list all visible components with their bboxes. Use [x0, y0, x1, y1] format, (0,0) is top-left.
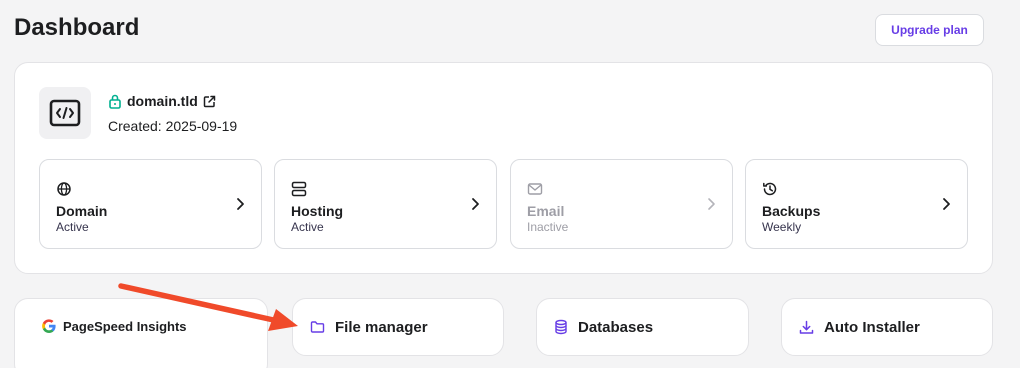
mail-icon: [527, 183, 543, 195]
tile-status: Active: [291, 220, 324, 234]
tile-hosting[interactable]: Hosting Active: [274, 159, 497, 249]
database-icon: [555, 319, 567, 335]
upgrade-plan-button[interactable]: Upgrade plan: [875, 14, 984, 46]
tile-title: Email: [527, 203, 565, 219]
auto-installer-card[interactable]: Auto Installer: [781, 298, 993, 356]
google-icon: [42, 319, 56, 333]
chevron-right-icon: [708, 198, 715, 210]
chevron-right-icon: [237, 198, 244, 210]
tile-title: Backups: [762, 203, 821, 219]
tile-email[interactable]: Email Inactive: [510, 159, 733, 249]
tile-status: Active: [56, 220, 89, 234]
databases-card[interactable]: Databases: [536, 298, 749, 356]
tile-domain[interactable]: Domain Active: [39, 159, 262, 249]
server-icon: [291, 181, 307, 197]
tile-title: Domain: [56, 203, 108, 219]
file-manager-label: File manager: [335, 318, 428, 336]
folder-icon: [310, 321, 325, 333]
file-manager-card[interactable]: File manager: [292, 298, 504, 356]
databases-label: Databases: [578, 318, 654, 336]
website-overview-card: domain.tld Created: 2025-09-19 Domain Ac…: [14, 62, 993, 274]
lock-icon: [109, 94, 121, 109]
code-icon: [49, 99, 81, 127]
pagespeed-insights-card[interactable]: PageSpeed Insights: [14, 298, 268, 368]
external-link-icon[interactable]: [203, 95, 216, 108]
tile-status: Inactive: [527, 220, 569, 234]
page-title: Dashboard: [14, 14, 140, 41]
created-date: Created: 2025-09-19: [108, 118, 238, 134]
domain-link[interactable]: domain.tld: [127, 93, 198, 109]
tile-backups[interactable]: Backups Weekly: [745, 159, 968, 249]
globe-icon: [57, 182, 71, 196]
auto-installer-label: Auto Installer: [824, 318, 920, 336]
tile-title: Hosting: [291, 203, 344, 219]
website-thumbnail: [39, 87, 91, 139]
history-icon: [763, 182, 777, 196]
pagespeed-title: PageSpeed Insights: [63, 318, 187, 334]
domain-row: domain.tld: [108, 93, 216, 109]
pagespeed-header: PageSpeed Insights: [41, 318, 187, 334]
tile-status: Weekly: [762, 220, 802, 234]
download-icon: [799, 320, 814, 334]
chevron-right-icon: [943, 198, 950, 210]
chevron-right-icon: [472, 198, 479, 210]
